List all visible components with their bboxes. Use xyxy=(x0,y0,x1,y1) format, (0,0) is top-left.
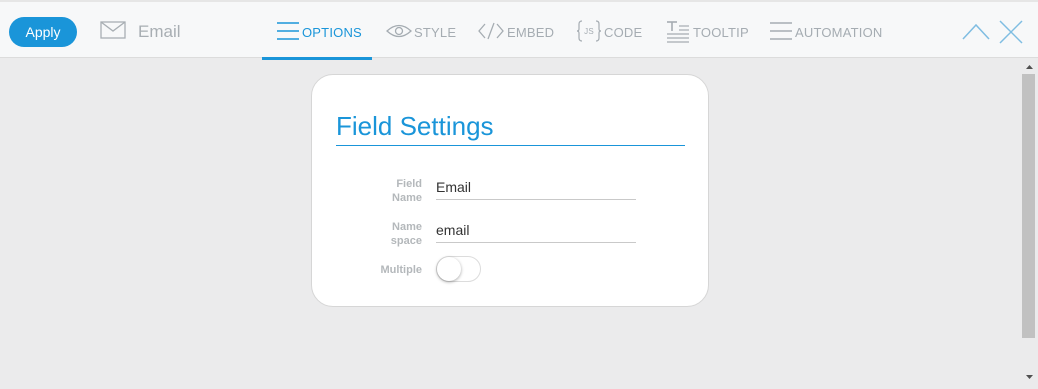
field-type-label: Email xyxy=(138,22,181,41)
lines-icon xyxy=(769,20,793,45)
title-divider xyxy=(336,145,685,146)
field-type-indicator: Email xyxy=(100,20,181,44)
tab-style[interactable]: STYLE xyxy=(386,19,456,45)
active-tab-indicator xyxy=(262,57,372,60)
scroll-down-arrow[interactable] xyxy=(1021,370,1038,384)
code-brackets-icon xyxy=(477,21,505,44)
close-button[interactable] xyxy=(998,20,1026,44)
field-name-label-line2: Name xyxy=(392,192,422,204)
tab-automation-label: AUTOMATION xyxy=(795,24,883,40)
tab-embed[interactable]: EMBED xyxy=(477,19,554,45)
tab-embed-label: EMBED xyxy=(507,24,555,40)
apply-button[interactable]: Apply xyxy=(9,17,77,47)
chevron-up-icon xyxy=(962,23,990,48)
top-toolbar: Apply Email OPTIONS STYLE EMBED JS CODE … xyxy=(0,0,1038,60)
tab-style-label: STYLE xyxy=(414,24,457,40)
name-space-label: Name space xyxy=(332,220,422,248)
js-braces-icon: JS xyxy=(576,19,602,46)
field-name-label: Field Name xyxy=(332,177,422,205)
tab-automation[interactable]: AUTOMATION xyxy=(769,19,882,45)
name-space-input[interactable] xyxy=(436,217,636,243)
name-space-label-line1: Name xyxy=(392,221,422,233)
tab-code-label: CODE xyxy=(604,24,643,40)
scroll-up-arrow[interactable] xyxy=(1021,60,1038,74)
field-name-label-line1: Field xyxy=(396,178,422,190)
multiple-label: Multiple xyxy=(380,264,422,276)
close-icon xyxy=(998,20,1024,48)
tab-options[interactable]: OPTIONS xyxy=(276,19,362,45)
lines-icon xyxy=(276,20,300,45)
field-name-input[interactable] xyxy=(436,174,636,200)
collapse-button[interactable] xyxy=(962,20,990,44)
text-tooltip-icon xyxy=(665,19,691,46)
svg-text:JS: JS xyxy=(584,27,594,36)
toggle-knob xyxy=(437,257,461,281)
tab-options-label: OPTIONS xyxy=(302,24,362,40)
envelope-icon xyxy=(100,20,126,44)
name-space-label-line2: space xyxy=(390,235,422,247)
tab-tooltip-label: TOOLTIP xyxy=(693,24,749,40)
scrollbar-thumb[interactable] xyxy=(1022,74,1035,338)
tab-code[interactable]: JS CODE xyxy=(576,19,642,45)
multiple-toggle[interactable] xyxy=(436,256,481,282)
field-settings-card: Field Settings Field Name Name space Mul… xyxy=(311,74,709,307)
tab-tooltip[interactable]: TOOLTIP xyxy=(665,19,749,45)
card-title: Field Settings xyxy=(336,111,494,141)
eye-icon xyxy=(386,23,412,42)
